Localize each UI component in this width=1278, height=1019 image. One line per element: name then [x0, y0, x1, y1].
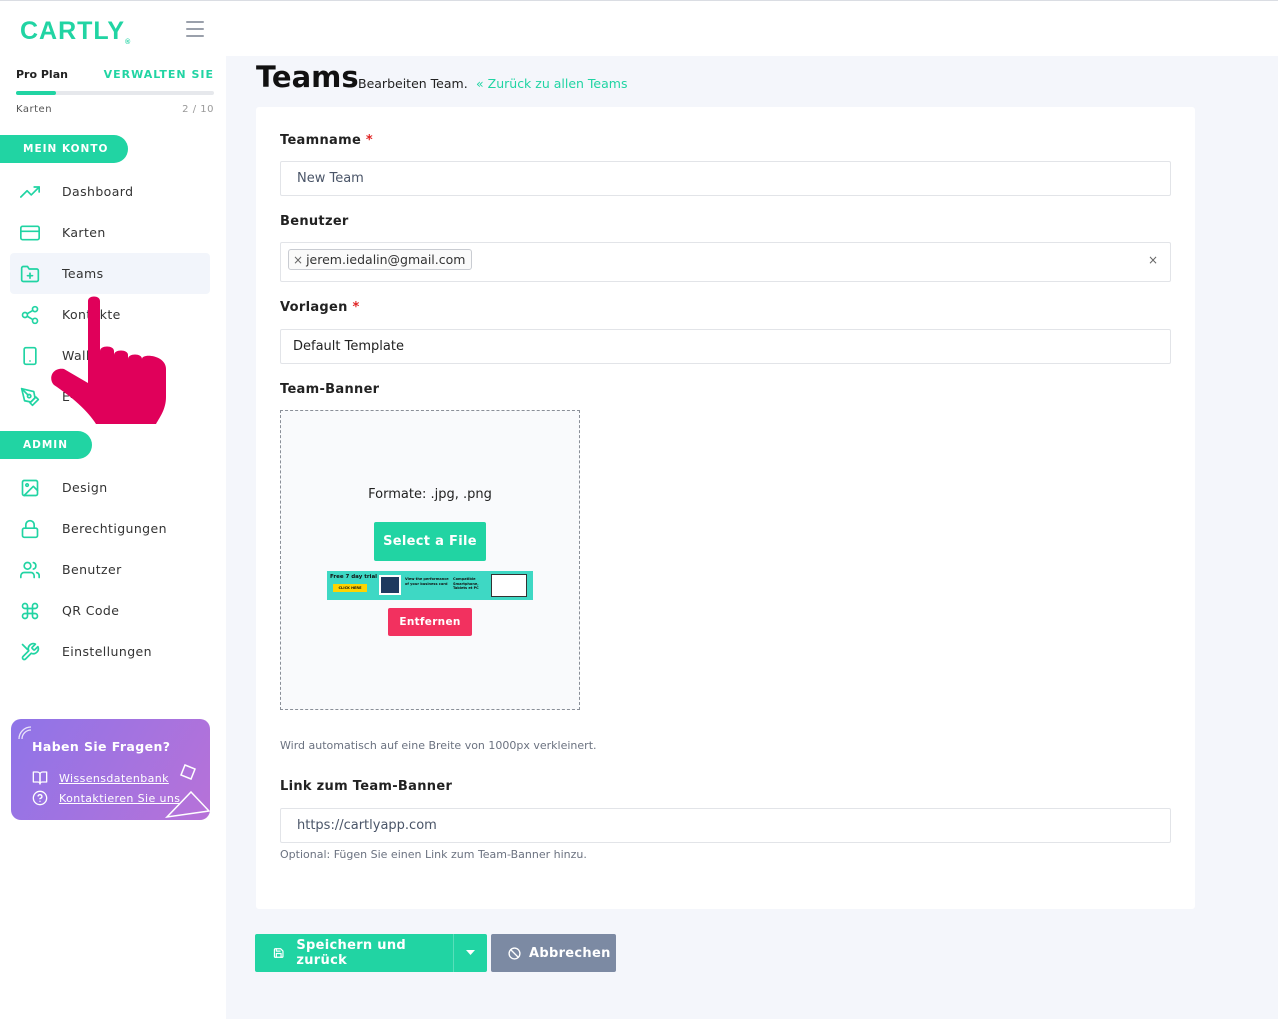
- double-chevron-left-icon: «: [476, 76, 484, 91]
- back-to-teams-link[interactable]: « Zurück zu allen Teams: [476, 76, 627, 91]
- sidebar-item-berechtigungen[interactable]: Berechtigungen: [10, 508, 210, 549]
- banner-formats: Formate: .jpg, .png: [368, 487, 492, 502]
- select-file-button[interactable]: Select a File: [374, 522, 486, 561]
- banner-compatible-text: Compatible Smartphone, Tablets et PC: [453, 577, 479, 590]
- manage-plan-link[interactable]: VERWALTEN SIE: [104, 68, 214, 81]
- knowledge-base-link[interactable]: Wissensdatenbank: [32, 770, 169, 786]
- banner-link-label: Link zum Team-Banner: [280, 779, 453, 794]
- cartly-logo[interactable]: CARTLY®: [20, 17, 131, 46]
- plan-usage-fill: [16, 91, 56, 95]
- banner-preview-image: Free 7 day trial CLICK HERE View the per…: [327, 571, 533, 600]
- trending-up-icon: [20, 185, 40, 198]
- sidebar-item-wallet[interactable]: Wallet: [10, 335, 210, 376]
- remove-tag-icon[interactable]: ×: [293, 253, 303, 267]
- team-name-label: Teamname *: [280, 133, 374, 148]
- book-open-icon: [32, 771, 48, 785]
- banner-link-input[interactable]: [280, 808, 1171, 843]
- plan-name: Pro Plan: [16, 68, 68, 81]
- users-label: Benutzer: [280, 214, 349, 229]
- sidebar-item-design[interactable]: Design: [10, 467, 210, 508]
- tools-icon: [21, 642, 40, 660]
- sidebar-item-benutzer[interactable]: Benutzer: [10, 549, 210, 590]
- templates-select[interactable]: Default Template: [280, 329, 1171, 364]
- share-icon: [21, 305, 39, 324]
- help-circle-icon: [32, 790, 48, 806]
- sidebar-item-teams[interactable]: Teams: [10, 253, 210, 294]
- plan-row: Pro Plan VERWALTEN SIE: [16, 68, 214, 81]
- banner-laptop-graphic: [379, 575, 401, 595]
- sidebar-item-einstellungen[interactable]: Einstellungen: [10, 631, 210, 672]
- plan-usage-meta: Karten 2 / 10: [16, 104, 214, 115]
- section-admin: ADMIN: [0, 431, 92, 459]
- sidebar-item-karten[interactable]: Karten: [10, 212, 210, 253]
- banner-link-hint: Optional: Fügen Sie einen Link zum Team-…: [280, 848, 587, 861]
- sidebar: Pro Plan VERWALTEN SIE Karten 2 / 10 MEI…: [0, 56, 226, 1019]
- remove-banner-button[interactable]: Entfernen: [388, 608, 472, 636]
- templates-selected-value: Default Template: [293, 339, 404, 354]
- banner-hint: Wird automatisch auf eine Breite von 100…: [280, 739, 597, 752]
- plan-usage-count: 2 / 10: [182, 104, 214, 115]
- banner-trial-text: Free 7 day trial: [330, 574, 378, 580]
- user-tag: × jerem.iedalin@gmail.com: [288, 249, 473, 270]
- command-icon: [21, 602, 39, 619]
- save-and-back-button[interactable]: Speichern und zurück: [255, 934, 487, 972]
- save-main-part[interactable]: Speichern und zurück: [255, 934, 453, 972]
- page-title: Teams: [256, 60, 359, 94]
- plan-usage-bar: [16, 91, 214, 95]
- lock-icon: [21, 519, 39, 538]
- banner-click-here: CLICK HERE: [333, 584, 367, 592]
- folder-plus-icon: [20, 265, 40, 282]
- team-name-input[interactable]: [280, 161, 1171, 196]
- caret-down-icon: [466, 950, 475, 955]
- sidebar-item-dashboard[interactable]: Dashboard: [10, 171, 210, 212]
- credit-card-icon: [20, 225, 40, 240]
- sidebar-item-qr-code[interactable]: QR Code: [10, 590, 210, 631]
- diamond-decoration-icon: [180, 764, 196, 780]
- user-tag-label: jerem.iedalin@gmail.com: [306, 252, 466, 267]
- team-form-card: Teamname * Benutzer × jerem.iedalin@gmai…: [256, 107, 1195, 909]
- cancel-button[interactable]: Abbrechen: [491, 934, 616, 972]
- users-icon: [20, 561, 40, 578]
- image-icon: [21, 479, 39, 496]
- help-title: Haben Sie Fragen?: [32, 739, 171, 754]
- templates-label: Vorlagen *: [280, 300, 360, 315]
- signal-decoration-icon: [18, 726, 32, 740]
- clear-users-icon[interactable]: ×: [1148, 253, 1158, 267]
- sidebar-item-kontakte[interactable]: Kontakte: [10, 294, 210, 335]
- save-icon: [273, 948, 284, 958]
- section-my-account: MEIN KONTO: [0, 135, 128, 163]
- banner-devices-graphic: [491, 574, 527, 597]
- help-card: Haben Sie Fragen? Wissensdatenbank Konta…: [11, 719, 210, 820]
- smartphone-icon: [23, 346, 37, 365]
- banner-dropzone[interactable]: Formate: .jpg, .png Select a File Free 7…: [280, 410, 580, 710]
- page-subtitle: Bearbeiten Team.: [358, 76, 468, 91]
- top-bar: CARTLY®: [0, 0, 1278, 56]
- plan-usage-label: Karten: [16, 104, 53, 115]
- users-select[interactable]: × jerem.iedalin@gmail.com ×: [280, 242, 1171, 282]
- contact-link[interactable]: Kontaktieren Sie uns: [32, 790, 180, 806]
- pen-tool-icon: [20, 387, 40, 406]
- menu-toggle-icon[interactable]: [186, 21, 204, 37]
- ban-icon: [508, 946, 521, 960]
- sidebar-item-email[interactable]: E-Mail: [10, 376, 210, 417]
- banner-performance-text: View the performance of your business ca…: [405, 577, 449, 586]
- save-options-dropdown[interactable]: [453, 934, 487, 972]
- team-banner-label: Team-Banner: [280, 382, 380, 397]
